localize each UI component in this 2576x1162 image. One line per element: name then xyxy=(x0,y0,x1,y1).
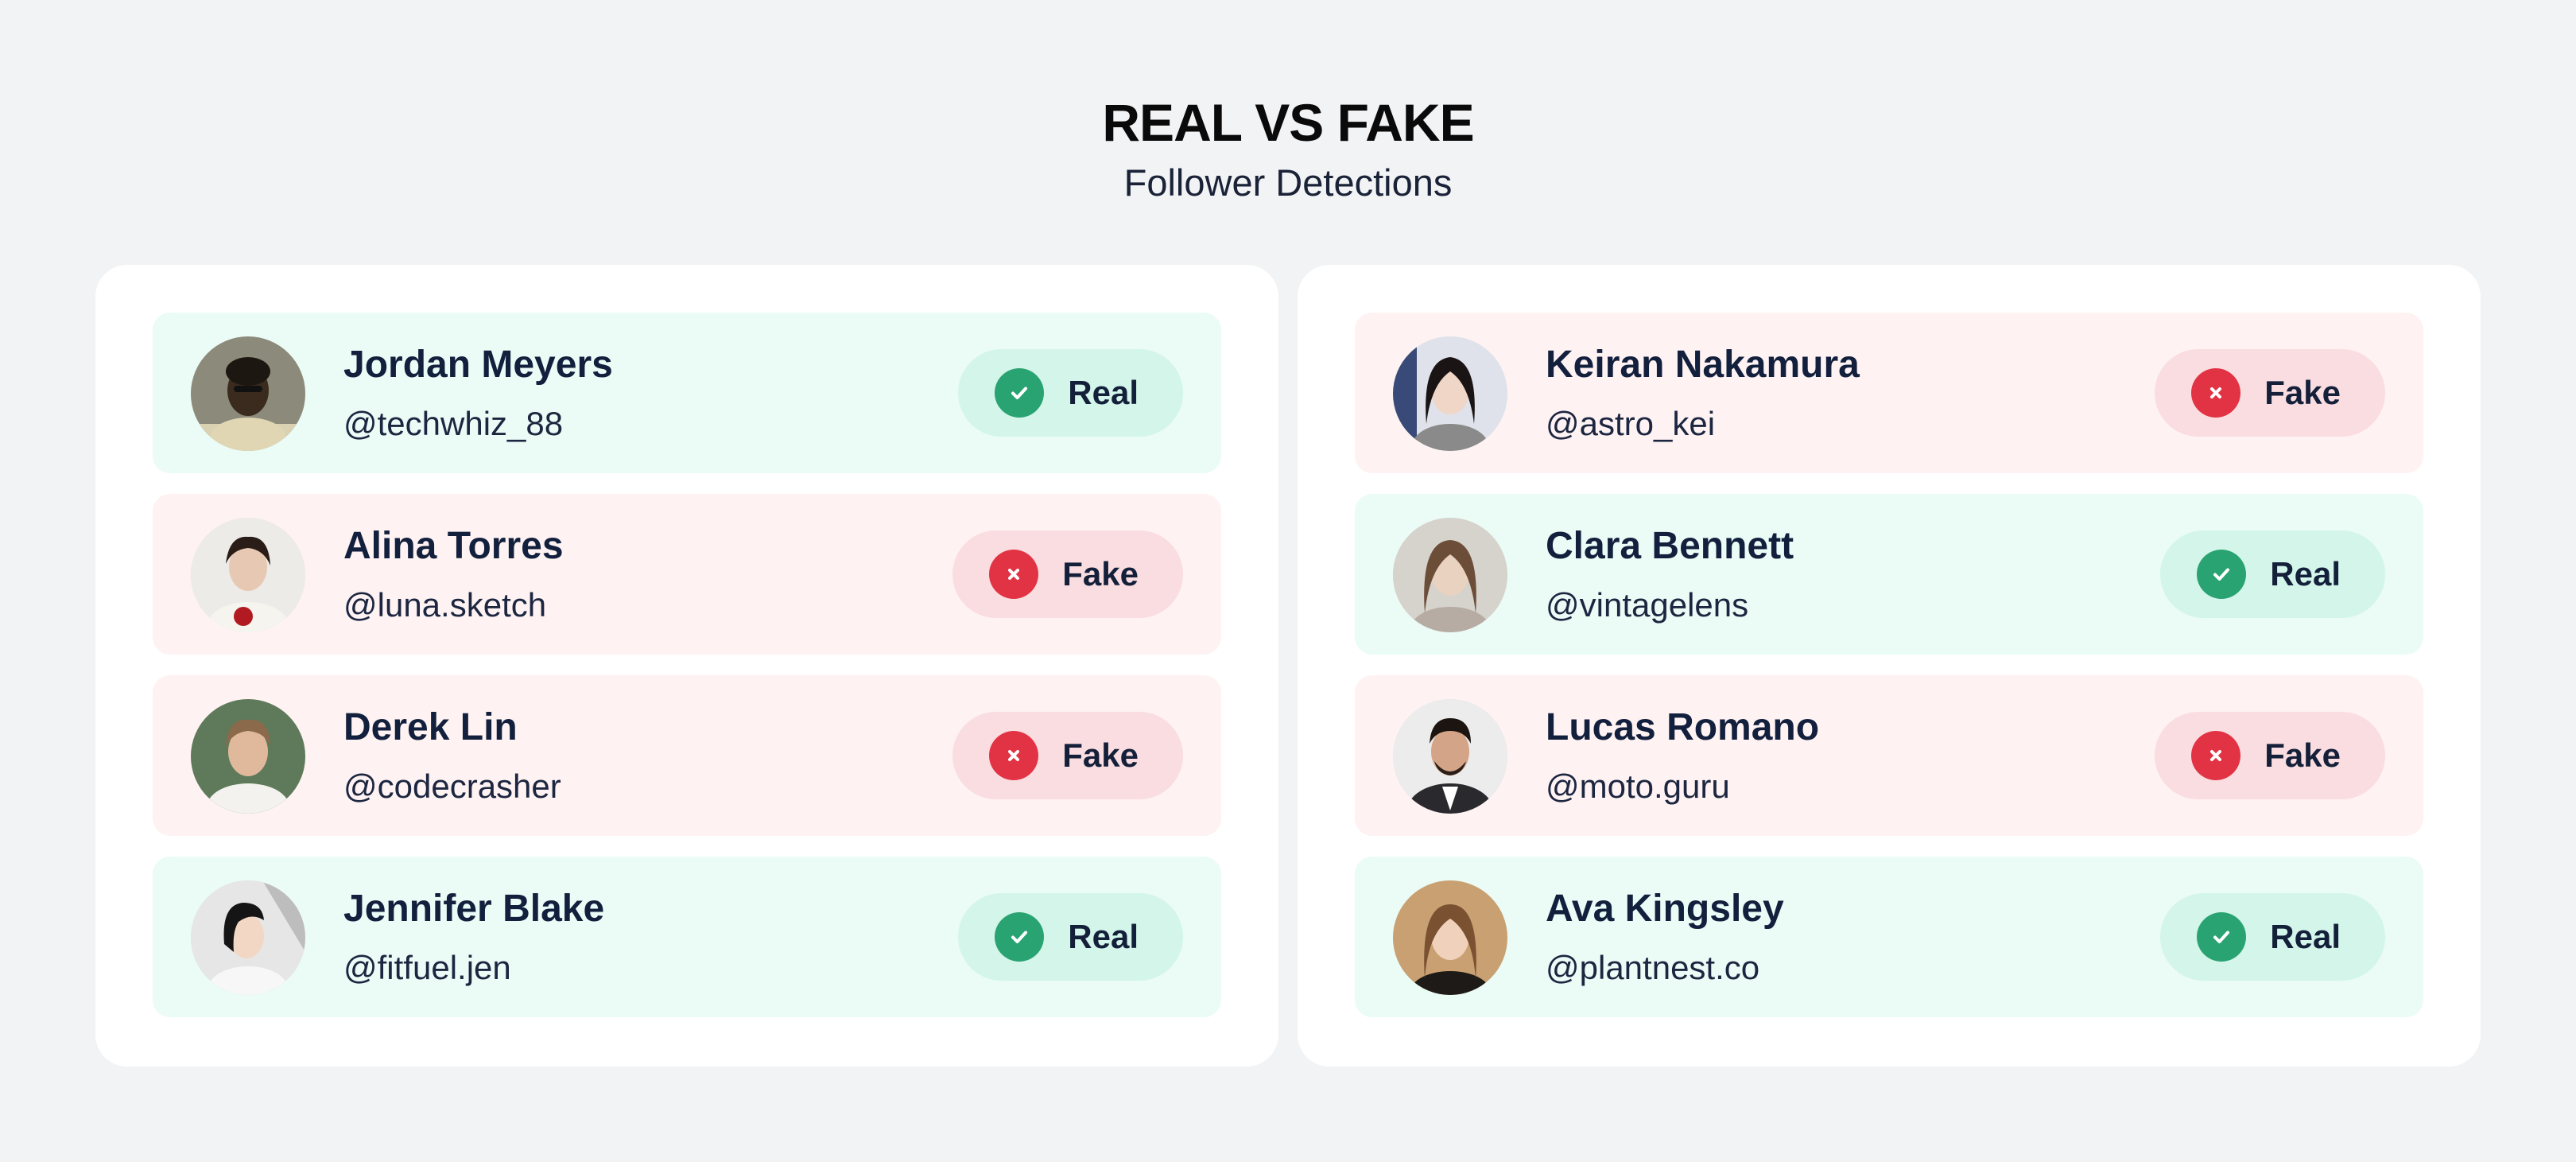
status-label: Real xyxy=(1068,374,1139,411)
follower-handle: @plantnest.co xyxy=(1546,949,1760,986)
status-badge[interactable]: Real xyxy=(2160,893,2385,981)
avatar xyxy=(1393,699,1507,814)
x-icon xyxy=(2191,731,2241,780)
status-label: Fake xyxy=(1062,736,1139,774)
status-badge[interactable]: Fake xyxy=(2155,712,2385,799)
x-icon xyxy=(2191,368,2241,418)
left-follower-panel: Jordan Meyers @techwhiz_88 Real Alina To… xyxy=(95,265,1278,1067)
status-badge[interactable]: Fake xyxy=(2155,349,2385,437)
page-subtitle: Follower Detections xyxy=(1123,161,1453,204)
check-icon xyxy=(2197,550,2247,599)
status-label: Fake xyxy=(2264,736,2341,774)
follower-name: Jordan Meyers xyxy=(343,344,613,386)
follower-row[interactable]: Keiran Nakamura @astro_kei Fake xyxy=(1355,313,2423,473)
follower-name: Ava Kingsley xyxy=(1546,888,1784,930)
follower-handle: @moto.guru xyxy=(1546,768,1730,805)
follower-name: Jennifer Blake xyxy=(343,888,605,930)
follower-name: Clara Bennett xyxy=(1546,525,1794,567)
x-icon xyxy=(989,731,1039,780)
check-icon xyxy=(995,912,1045,962)
right-follower-panel: Keiran Nakamura @astro_kei Fake Clara Be… xyxy=(1298,265,2481,1067)
avatar xyxy=(191,880,305,995)
follower-row[interactable]: Derek Lin @codecrasher Fake xyxy=(153,675,1221,836)
status-badge[interactable]: Fake xyxy=(952,530,1183,618)
follower-name: Lucas Romano xyxy=(1546,706,1820,748)
x-icon xyxy=(989,550,1039,599)
avatar xyxy=(1393,880,1507,995)
follower-name: Alina Torres xyxy=(343,525,564,567)
status-badge[interactable]: Real xyxy=(2160,530,2385,618)
status-badge[interactable]: Real xyxy=(958,893,1183,981)
follower-name: Keiran Nakamura xyxy=(1546,344,1860,386)
avatar xyxy=(191,699,305,814)
status-label: Real xyxy=(2270,555,2341,593)
follower-row[interactable]: Ava Kingsley @plantnest.co Real xyxy=(1355,857,2423,1017)
follower-row[interactable]: Jennifer Blake @fitfuel.jen Real xyxy=(153,857,1221,1017)
avatar xyxy=(191,336,305,451)
status-label: Fake xyxy=(2264,374,2341,411)
follower-handle: @techwhiz_88 xyxy=(343,405,564,442)
follower-handle: @luna.sketch xyxy=(343,586,547,624)
check-icon xyxy=(2197,912,2247,962)
status-label: Fake xyxy=(1062,555,1139,593)
avatar xyxy=(1393,336,1507,451)
page-title: REAL VS FAKE xyxy=(1102,93,1474,152)
follower-row[interactable]: Jordan Meyers @techwhiz_88 Real xyxy=(153,313,1221,473)
status-badge[interactable]: Fake xyxy=(952,712,1183,799)
follower-row[interactable]: Clara Bennett @vintagelens Real xyxy=(1355,494,2423,655)
follower-row[interactable]: Lucas Romano @moto.guru Fake xyxy=(1355,675,2423,836)
follower-handle: @vintagelens xyxy=(1546,586,1749,624)
status-label: Real xyxy=(1068,918,1139,955)
follower-name: Derek Lin xyxy=(343,706,518,748)
follower-handle: @astro_kei xyxy=(1546,405,1716,442)
status-badge[interactable]: Real xyxy=(958,349,1183,437)
follower-handle: @codecrasher xyxy=(343,768,561,805)
follower-handle: @fitfuel.jen xyxy=(343,949,511,986)
avatar xyxy=(1393,518,1507,632)
status-label: Real xyxy=(2270,918,2341,955)
avatar xyxy=(191,518,305,632)
check-icon xyxy=(995,368,1045,418)
follower-row[interactable]: Alina Torres @luna.sketch Fake xyxy=(153,494,1221,655)
